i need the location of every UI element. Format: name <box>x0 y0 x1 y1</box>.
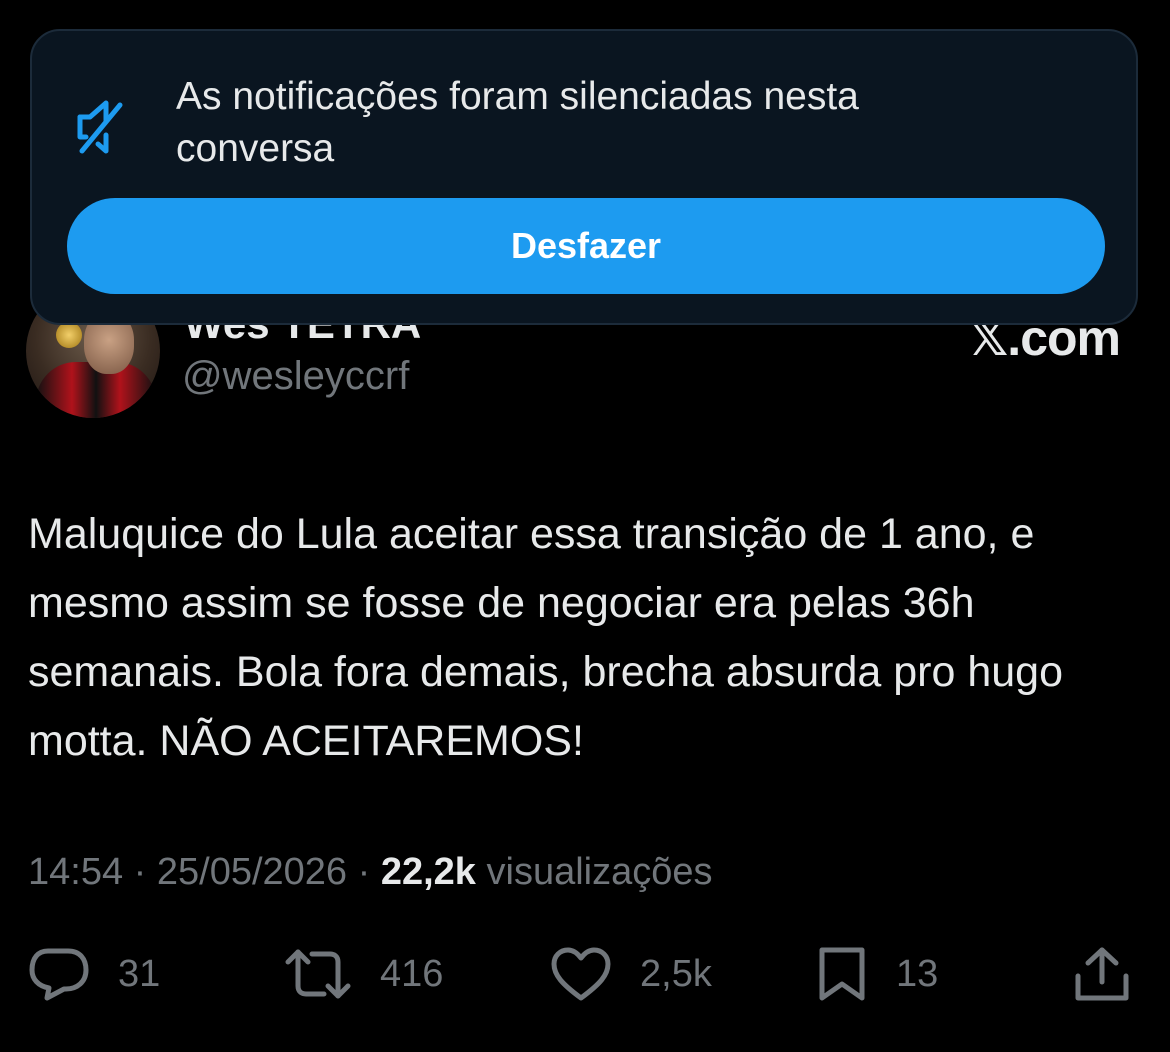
like-button[interactable]: 2,5k <box>550 946 712 1002</box>
retweet-count: 416 <box>380 953 444 995</box>
speaker-muted-icon <box>77 100 123 154</box>
share-icon <box>1075 947 1129 1001</box>
tweet-date[interactable]: 25/05/2026 <box>157 851 347 893</box>
views-count: 22,2k <box>380 851 476 893</box>
reply-count: 31 <box>118 953 161 995</box>
tweet-text: Maluquice do Lula aceitar essa transição… <box>28 510 1064 765</box>
user-handle[interactable]: @wesleyccrf <box>182 352 409 400</box>
toast-message: As notificações foram silenciadas nesta … <box>176 75 859 170</box>
share-button[interactable] <box>1072 946 1132 1002</box>
retweet-icon <box>285 949 351 999</box>
like-count: 2,5k <box>640 953 712 995</box>
undo-button[interactable]: Desfazer <box>67 198 1105 294</box>
views-label: visualizações <box>486 851 713 893</box>
heart-icon <box>551 947 611 1001</box>
avatar-medal <box>56 322 82 348</box>
mute-notification-toast: As notificações foram silenciadas nesta … <box>30 29 1138 325</box>
tweet-time[interactable]: 14:54 <box>28 851 123 893</box>
bookmark-count: 13 <box>896 953 939 995</box>
bookmark-icon <box>819 947 865 1001</box>
meta-separator: · <box>357 851 371 893</box>
tweet-metadata: 14:54 · 25/05/2026 · 22,2k visualizações <box>28 848 713 896</box>
meta-separator: · <box>133 851 147 893</box>
retweet-button[interactable]: 416 <box>284 946 443 1002</box>
bookmark-button[interactable]: 13 <box>816 946 938 1002</box>
reply-icon <box>29 948 89 1001</box>
reply-button[interactable]: 31 <box>28 946 160 1002</box>
